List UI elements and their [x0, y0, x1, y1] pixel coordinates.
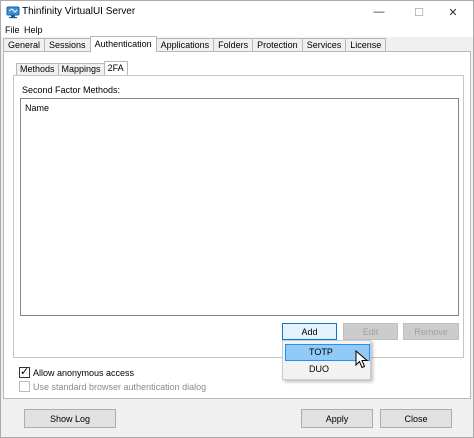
column-header-name[interactable]: Name: [25, 103, 49, 113]
subtab-methods[interactable]: Methods: [16, 63, 59, 75]
auth-subtabs: Methods Mappings 2FA: [16, 61, 128, 76]
tab-folders[interactable]: Folders: [213, 38, 254, 52]
remove-button-label: Remove: [414, 326, 448, 337]
browser-auth-label: Use standard browser authentication dial…: [33, 381, 207, 392]
tab-authentication[interactable]: Authentication: [89, 36, 157, 52]
window-title: Thinfinity VirtualUI Server: [22, 6, 136, 17]
tab-general[interactable]: General: [3, 38, 46, 52]
browser-auth-checkbox[interactable]: [19, 381, 30, 392]
edit-button[interactable]: Edit: [343, 323, 398, 340]
apply-label: Apply: [325, 413, 349, 424]
title-bar: Thinfinity VirtualUI Server — ☐ ✕: [1, 1, 473, 23]
app-logo-icon: [6, 6, 20, 19]
show-log-button[interactable]: Show Log: [24, 409, 116, 428]
add-button[interactable]: Add: [282, 323, 337, 340]
tab-services[interactable]: Services: [301, 38, 347, 52]
menu-file[interactable]: File: [5, 25, 20, 35]
subtab-2fa[interactable]: 2FA: [103, 61, 128, 75]
edit-button-label: Edit: [362, 326, 379, 337]
app-window: Thinfinity VirtualUI Server — ☐ ✕ File H…: [0, 0, 474, 438]
add-button-label: Add: [301, 326, 318, 337]
mouse-pointer-icon: [355, 350, 369, 369]
menu-help[interactable]: Help: [24, 25, 43, 35]
tab-protection[interactable]: Protection: [252, 38, 303, 52]
subtab-mappings[interactable]: Mappings: [57, 63, 105, 75]
close-icon: ✕: [448, 6, 458, 19]
second-factor-label: Second Factor Methods:: [22, 85, 121, 95]
show-log-label: Show Log: [49, 413, 91, 424]
close-window-button[interactable]: ✕: [433, 1, 473, 23]
second-factor-list[interactable]: Name: [20, 98, 459, 316]
main-tabs: General Sessions Authentication Applicat…: [3, 36, 387, 52]
close-button[interactable]: Close: [380, 409, 452, 428]
tab-license[interactable]: License: [345, 38, 387, 52]
close-label: Close: [404, 413, 428, 424]
remove-button[interactable]: Remove: [403, 323, 459, 340]
minimize-icon: —: [373, 6, 385, 18]
allow-anonymous-checkbox[interactable]: ✓: [19, 366, 30, 378]
allow-anonymous-label: Allow anonymous access: [33, 367, 135, 378]
checkmark-icon: ✓: [20, 366, 30, 378]
apply-button[interactable]: Apply: [301, 409, 373, 428]
allow-anonymous-row[interactable]: ✓ Allow anonymous access: [19, 366, 135, 378]
minimize-button[interactable]: —: [359, 1, 399, 23]
browser-auth-row[interactable]: Use standard browser authentication dial…: [19, 381, 206, 392]
maximize-icon: ☐: [414, 6, 424, 19]
tab-applications[interactable]: Applications: [155, 38, 215, 52]
tab-sessions[interactable]: Sessions: [44, 38, 91, 52]
menu-bar: File Help: [1, 23, 473, 37]
